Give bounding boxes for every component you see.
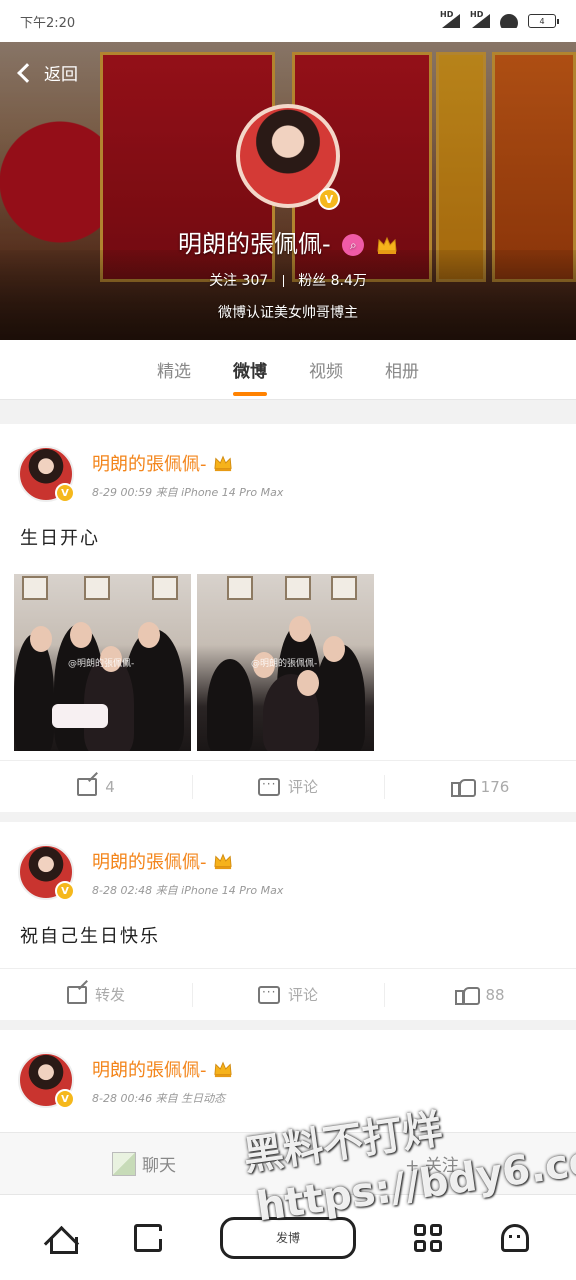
crown-icon: [213, 853, 232, 870]
post-actions: 转发 评论 88: [0, 968, 576, 1020]
profile-banner: 返回 V 明朗的張佩佩- ⌕ 关注 307 粉丝 8.4万 微博认证美女帅哥博主: [0, 42, 576, 340]
comment-button[interactable]: 评论: [192, 761, 384, 812]
verified-icon: V: [55, 483, 75, 503]
signal-icon-2: HD: [470, 10, 490, 28]
verification-text: 微博认证美女帅哥博主: [218, 305, 358, 321]
post-card[interactable]: V 明朗的張佩佩- 8-29 00:59 来自 iPhone 14 Pro Ma…: [0, 424, 576, 812]
status-time: 下午2:20: [20, 15, 76, 31]
chevron-left-icon: [17, 62, 37, 83]
comment-button[interactable]: 评论: [192, 969, 384, 1020]
following-label[interactable]: 关注: [209, 273, 237, 289]
verified-icon: V: [55, 881, 75, 901]
crown-icon: [213, 455, 232, 472]
comment-icon: [257, 777, 280, 796]
verified-icon: V: [318, 188, 340, 210]
tab-albums[interactable]: 相册: [383, 357, 421, 382]
image-placeholder-icon: [112, 1151, 136, 1176]
avatar[interactable]: V: [18, 1052, 75, 1109]
image-watermark: @明朗的張佩佩-: [251, 659, 318, 669]
search-badge-icon[interactable]: ⌕: [342, 234, 365, 256]
post-card[interactable]: V 明朗的張佩佩- 8-28 02:48 来自 iPhone 14 Pro Ma…: [0, 822, 576, 1020]
like-button[interactable]: 88: [384, 969, 576, 1020]
repost-button[interactable]: 4: [0, 761, 192, 812]
thumbs-up-icon: [455, 985, 481, 1005]
post-card[interactable]: V 明朗的張佩佩- 8-28 00:46 来自 生日动态: [0, 1030, 576, 1132]
followers-label[interactable]: 粉丝: [298, 273, 326, 289]
post-header: V 明朗的張佩佩- 8-28 00:46 来自 生日动态: [18, 1052, 233, 1109]
comment-icon: [257, 985, 280, 1004]
share-icon: [77, 777, 98, 796]
status-icons: HD HD 4: [440, 10, 559, 28]
post-author[interactable]: 明朗的張佩佩-: [92, 450, 283, 476]
followers-count[interactable]: 8.4万: [331, 273, 367, 289]
avatar[interactable]: V: [18, 446, 75, 503]
verified-icon: V: [55, 1089, 75, 1109]
following-count[interactable]: 307: [242, 273, 269, 289]
crown-icon: [377, 236, 397, 254]
battery-icon: 4: [528, 14, 559, 28]
post-author[interactable]: 明朗的張佩佩-: [92, 1056, 233, 1082]
image-watermark: @明朗的張佩佩-: [68, 659, 135, 669]
post-header: V 明朗的張佩佩- 8-28 02:48 来自 iPhone 14 Pro Ma…: [18, 844, 284, 901]
home-icon[interactable]: [47, 1225, 79, 1254]
tab-weibo[interactable]: 微博: [231, 357, 269, 396]
repost-button[interactable]: 转发: [0, 969, 192, 1020]
compose-button[interactable]: 发博: [219, 1216, 356, 1259]
post-text: 祝自己生日快乐: [20, 926, 160, 947]
post-meta: 8-28 02:48 来自 iPhone 14 Pro Max: [92, 884, 284, 897]
profile-icon[interactable]: [500, 1223, 529, 1252]
post-text: 生日开心: [20, 528, 100, 549]
status-bar: 下午2:20 HD HD 4: [0, 0, 576, 42]
post-actions: 4 评论 176: [0, 760, 576, 812]
post-photo[interactable]: @明朗的張佩佩-: [197, 574, 374, 751]
back-label: 返回: [44, 65, 78, 85]
signal-icon: HD: [440, 10, 460, 28]
back-button[interactable]: 返回: [17, 60, 78, 85]
crown-icon: [213, 1061, 232, 1078]
profile-stats: 关注 307 粉丝 8.4万: [0, 270, 576, 290]
tab-videos[interactable]: 视频: [307, 357, 345, 382]
discover-icon[interactable]: [133, 1223, 165, 1252]
follow-button[interactable]: + 关注: [288, 1133, 576, 1194]
thumbs-up-icon: [450, 777, 476, 797]
share-icon: [66, 985, 87, 1004]
profile-name-row: 明朗的張佩佩- ⌕: [0, 224, 576, 259]
post-header: V 明朗的張佩佩- 8-29 00:59 来自 iPhone 14 Pro Ma…: [18, 446, 284, 503]
wifi-icon: [500, 14, 518, 28]
post-author[interactable]: 明朗的張佩佩-: [92, 848, 283, 874]
profile-tabs: 精选 微博 视频 相册: [0, 340, 576, 400]
post-photo[interactable]: @明朗的張佩佩-: [14, 574, 191, 751]
profile-action-bar: 聊天 + 关注: [0, 1132, 576, 1194]
post-meta: 8-29 00:59 来自 iPhone 14 Pro Max: [92, 486, 284, 499]
post-meta: 8-28 00:46 来自 生日动态: [92, 1092, 226, 1105]
like-button[interactable]: 176: [384, 761, 576, 812]
bottom-nav: 发博: [0, 1194, 576, 1280]
chat-button[interactable]: 聊天: [0, 1133, 288, 1194]
avatar[interactable]: V: [18, 844, 75, 901]
tab-featured[interactable]: 精选: [155, 357, 193, 382]
apps-grid-icon[interactable]: [414, 1223, 443, 1252]
profile-name: 明朗的張佩佩-: [178, 230, 331, 258]
